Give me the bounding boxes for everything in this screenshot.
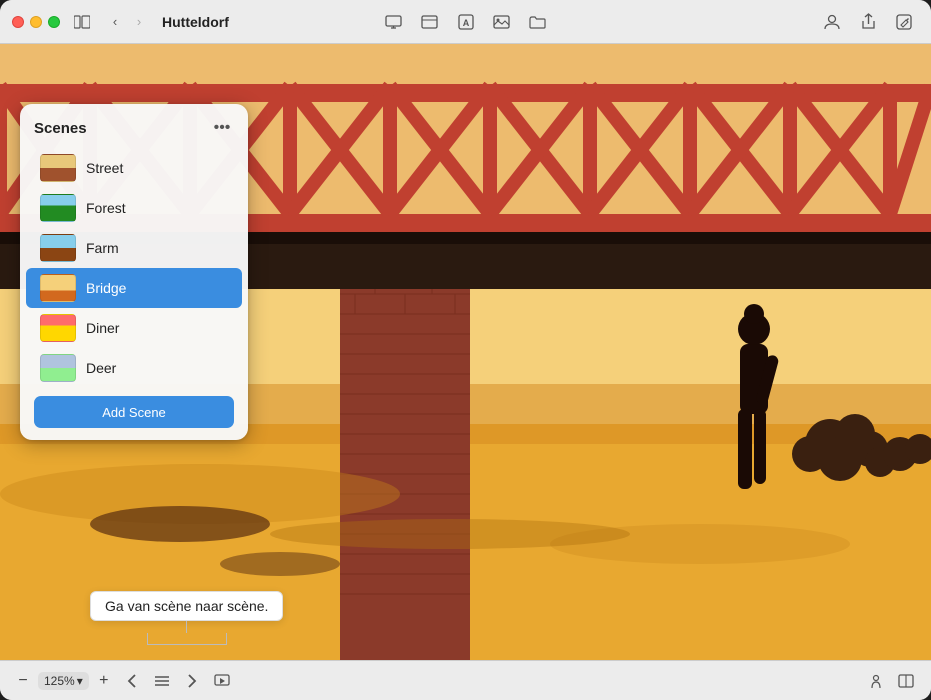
forward-button[interactable]: › — [128, 11, 150, 33]
scene-thumb-bridge — [40, 274, 76, 302]
traffic-lights — [12, 16, 60, 28]
scene-item-bridge[interactable]: Bridge — [26, 268, 242, 308]
scenes-panel: Scenes ••• Street Forest Farm Bridge — [20, 104, 248, 440]
zoom-level-label: 125% — [44, 674, 75, 688]
bottom-right-tools — [863, 668, 919, 694]
scene-label-farm: Farm — [86, 240, 119, 256]
presentation-button[interactable] — [209, 668, 235, 694]
zoom-dropdown[interactable]: 125% ▾ — [38, 672, 89, 690]
scene-item-diner[interactable]: Diner — [26, 308, 242, 348]
zoom-out-button[interactable]: − — [12, 670, 34, 692]
back-button[interactable]: ‹ — [104, 11, 126, 33]
scenes-more-button[interactable]: ••• — [210, 116, 234, 140]
canvas-area: Scenes ••• Street Forest Farm Bridge — [0, 44, 931, 660]
user-button[interactable] — [817, 7, 847, 37]
tooltip-text: Ga van scène naar scène. — [105, 598, 268, 614]
close-button[interactable] — [12, 16, 24, 28]
scenes-header: Scenes ••• — [20, 104, 248, 148]
scenes-title: Scenes — [34, 120, 87, 137]
scene-item-forest[interactable]: Forest — [26, 188, 242, 228]
scene-label-deer: Deer — [86, 360, 116, 376]
minimize-button[interactable] — [30, 16, 42, 28]
monitor-tool-button[interactable] — [379, 7, 409, 37]
nav-arrows: ‹ › — [104, 11, 150, 33]
scene-thumb-diner — [40, 314, 76, 342]
app-window: ‹ › Hutteldorf — [0, 0, 931, 700]
scene-label-bridge: Bridge — [86, 280, 126, 296]
tooltip-connector — [186, 621, 187, 633]
maximize-button[interactable] — [48, 16, 60, 28]
zoom-chevron-icon: ▾ — [77, 674, 83, 688]
tooltip-area: Ga van scène naar scène. — [90, 591, 283, 645]
scene-item-farm[interactable]: Farm — [26, 228, 242, 268]
scene-label-forest: Forest — [86, 200, 126, 216]
titlebar: ‹ › Hutteldorf — [0, 0, 931, 44]
layers-tool-button[interactable] — [415, 7, 445, 37]
document-title: Hutteldorf — [162, 14, 229, 30]
folder-tool-button[interactable] — [523, 7, 553, 37]
scene-item-street[interactable]: Street — [26, 148, 242, 188]
tooltip-bracket — [147, 633, 227, 645]
view-mode-button[interactable] — [893, 668, 919, 694]
scene-item-deer[interactable]: Deer — [26, 348, 242, 388]
scene-prev-button[interactable] — [119, 668, 145, 694]
scene-thumb-deer — [40, 354, 76, 382]
scene-next-button[interactable] — [179, 668, 205, 694]
scene-label-street: Street — [86, 160, 123, 176]
scene-label-diner: Diner — [86, 320, 119, 336]
center-toolbar: A — [379, 7, 553, 37]
scene-thumb-forest — [40, 194, 76, 222]
scene-list-button[interactable] — [149, 668, 175, 694]
add-scene-button[interactable]: Add Scene — [34, 396, 234, 428]
scene-thumb-street — [40, 154, 76, 182]
edit-button[interactable] — [889, 7, 919, 37]
sidebar-toggle-button[interactable] — [68, 8, 96, 36]
scene-thumb-farm — [40, 234, 76, 262]
tooltip-box: Ga van scène naar scène. — [90, 591, 283, 621]
text-tool-button[interactable]: A — [451, 7, 481, 37]
svg-text:A: A — [462, 18, 469, 28]
share-button[interactable] — [853, 7, 883, 37]
accessibility-button[interactable] — [863, 668, 889, 694]
titlebar-right-tools — [817, 7, 919, 37]
media-tool-button[interactable] — [487, 7, 517, 37]
zoom-in-button[interactable]: + — [93, 670, 115, 692]
bottom-bar: − 125% ▾ + — [0, 660, 931, 700]
